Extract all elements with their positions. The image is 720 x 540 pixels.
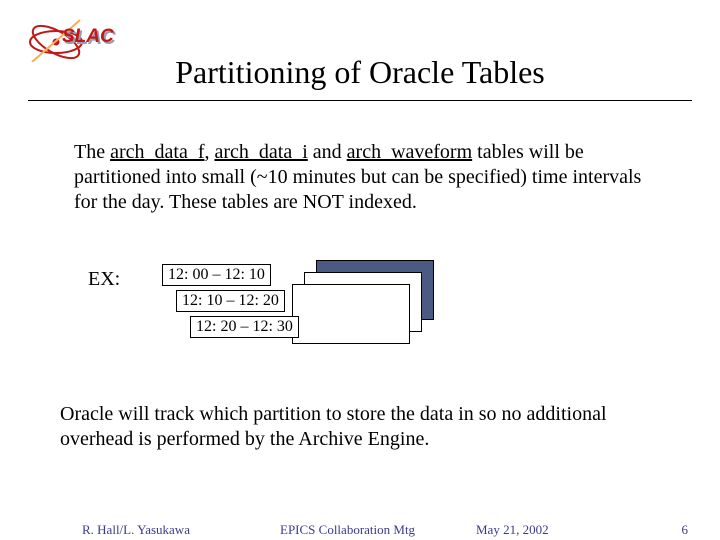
interval-1: 12: 00 – 12: 10 <box>162 264 271 286</box>
example-label: EX: <box>88 268 120 291</box>
svg-text:SLAC: SLAC <box>62 26 114 47</box>
slide-title: Partitioning of Oracle Tables <box>0 54 720 91</box>
footer-date: May 21, 2002 <box>476 522 549 538</box>
title-divider <box>28 100 692 101</box>
footer-authors: R. Hall/L. Yasukawa <box>82 522 190 538</box>
body-paragraph-2: Oracle will track which partition to sto… <box>60 402 670 452</box>
footer-meeting: EPICS Collaboration Mtg <box>280 522 415 538</box>
footer-page: 6 <box>682 522 689 538</box>
interval-2: 12: 10 – 12: 20 <box>176 290 285 312</box>
interval-3: 12: 20 – 12: 30 <box>190 316 299 338</box>
body-paragraph-1: The arch_data_f, arch_data_i and arch_wa… <box>74 140 659 215</box>
